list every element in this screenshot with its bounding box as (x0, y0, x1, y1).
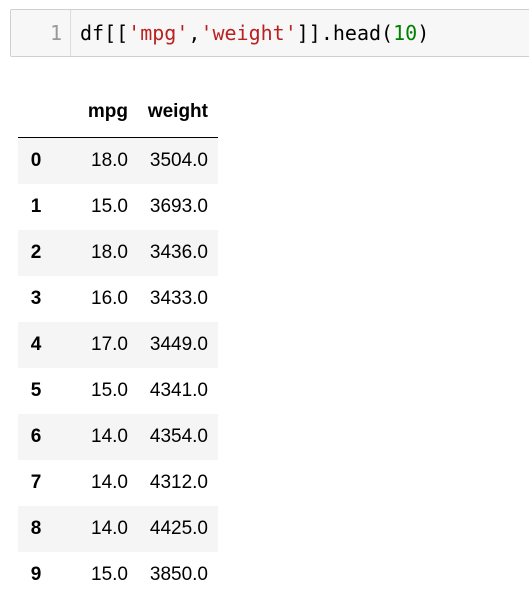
row-index: 3 (30, 288, 42, 309)
cell-weight: 4354.0 (149, 426, 208, 447)
cell-weight: 3433.0 (149, 288, 208, 309)
cell-weight: 3850.0 (149, 564, 208, 585)
code-token-prefix: df[[ (80, 21, 129, 45)
code-token-string-weight: 'weight' (200, 21, 297, 45)
row-index: 8 (30, 518, 42, 539)
code-token-number: 10 (393, 21, 418, 45)
table-row: 8 14.0 4425.0 (18, 506, 218, 552)
cell-mpg: 15.0 (91, 196, 128, 217)
row-index: 7 (30, 472, 42, 493)
column-header-mpg: mpg (54, 89, 128, 138)
row-index: 0 (30, 150, 42, 171)
column-header-weight: weight (128, 89, 218, 138)
table-row: 5 15.0 4341.0 (18, 368, 218, 414)
code-line[interactable]: df[['mpg','weight']].head(10) (80, 20, 429, 46)
code-token-string-mpg: 'mpg' (128, 21, 189, 45)
cell-mpg: 16.0 (91, 288, 128, 309)
table-row: 2 18.0 3436.0 (18, 230, 218, 276)
code-cell-input[interactable]: 1 df[['mpg','weight']].head(10) (10, 9, 529, 57)
cell-weight: 3693.0 (149, 196, 208, 217)
line-number: 1 (49, 21, 62, 45)
row-index: 9 (30, 564, 42, 585)
table-row: 6 14.0 4354.0 (18, 414, 218, 460)
row-index: 1 (30, 196, 42, 217)
cell-mpg: 17.0 (91, 334, 128, 355)
cell-weight: 4312.0 (149, 472, 208, 493)
code-token-method: ]].head( (296, 21, 394, 45)
row-index: 6 (30, 426, 42, 447)
cell-mpg: 15.0 (91, 564, 128, 585)
cell-weight: 3504.0 (149, 150, 208, 171)
cell-weight: 3436.0 (149, 242, 208, 263)
code-token-comma: , (188, 21, 201, 45)
cell-weight: 3449.0 (149, 334, 208, 355)
table-row: 1 15.0 3693.0 (18, 184, 218, 230)
row-index: 2 (30, 242, 42, 263)
cell-weight: 4425.0 (149, 518, 208, 539)
table-row: 3 16.0 3433.0 (18, 276, 218, 322)
cell-mpg: 18.0 (91, 242, 128, 263)
row-index: 5 (30, 380, 42, 401)
table-header-row: mpg weight (18, 89, 218, 138)
row-index: 4 (30, 334, 42, 355)
cell-weight: 4341.0 (149, 380, 208, 401)
cell-mpg: 18.0 (91, 150, 128, 171)
table-row: 0 18.0 3504.0 (18, 137, 218, 184)
table-row: 7 14.0 4312.0 (18, 460, 218, 506)
cell-mpg: 14.0 (91, 472, 128, 493)
table-row: 9 15.0 3850.0 (18, 552, 218, 598)
cell-mpg: 14.0 (91, 518, 128, 539)
index-header (18, 89, 54, 138)
cell-mpg: 15.0 (91, 380, 128, 401)
cell-mpg: 14.0 (91, 426, 128, 447)
line-number-gutter: 1 (11, 10, 71, 56)
table-row: 4 17.0 3449.0 (18, 322, 218, 368)
code-token-close: ) (417, 21, 430, 45)
dataframe-output-table: mpg weight 0 18.0 3504.0 1 15.0 3693.0 2… (18, 89, 218, 598)
